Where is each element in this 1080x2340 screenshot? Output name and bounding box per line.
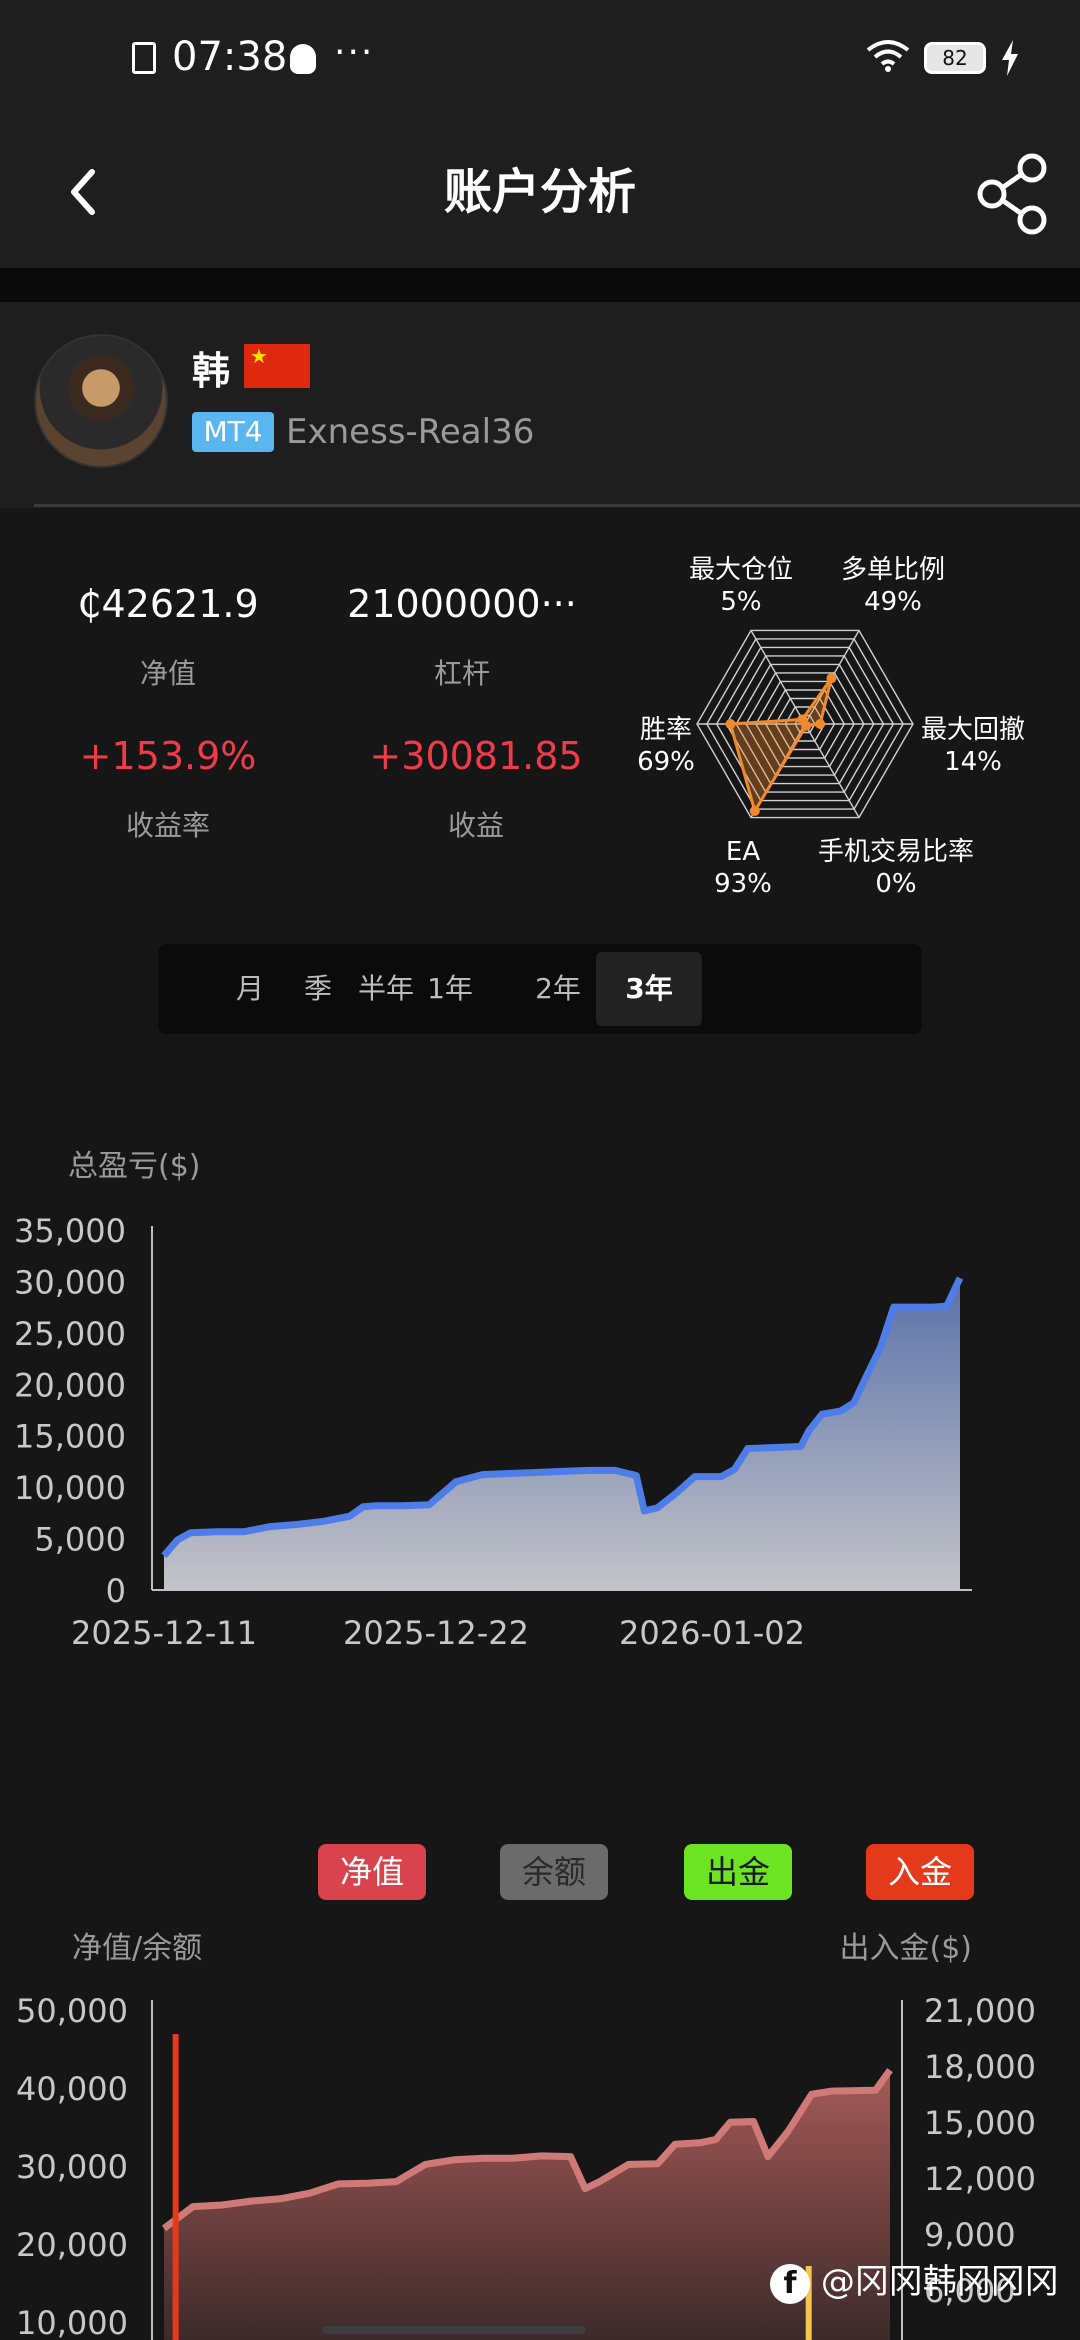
left-tick-label: 20,000 [16, 2226, 128, 2264]
radar-value-point [749, 805, 760, 816]
wifi-icon [866, 40, 910, 72]
tab-period[interactable]: 半年 [346, 952, 426, 1026]
radar-axis-name: 最大回撤 [921, 715, 1025, 745]
radar-axis-name: 多单比例 [841, 555, 945, 585]
left-tick-label: 10,000 [16, 2304, 128, 2340]
scrollbar[interactable] [322, 2326, 586, 2334]
tab-period[interactable]: 2年 [518, 952, 598, 1026]
legend-item[interactable]: 余额 [500, 1844, 608, 1900]
return-rate-value: +153.9% [79, 734, 257, 778]
facebook-icon: f [770, 2263, 810, 2304]
y-tick-label: 25,000 [14, 1315, 126, 1353]
status-time: 07:38 [172, 34, 288, 80]
share-icon[interactable] [972, 144, 1056, 244]
pnl-area [164, 1278, 960, 1590]
x-tick-label: 2026-01-02 [619, 1614, 805, 1652]
radar-value-point [826, 673, 837, 684]
legend-item[interactable]: 出金 [684, 1844, 792, 1900]
account-server-name: Exness-Real36 [286, 412, 535, 452]
y-tick-label: 20,000 [14, 1366, 126, 1404]
tab-period[interactable]: 3年 [596, 952, 702, 1026]
x-tick-label: 2025-12-11 [71, 1614, 257, 1652]
right-tick-label: 18,000 [924, 2048, 1036, 2086]
y-tick-label: 0 [106, 1572, 126, 1610]
platform-badge: MT4 [192, 412, 274, 452]
tab-period[interactable]: 季 [288, 952, 348, 1026]
equity-stat: ₵42621.9 净值 [70, 582, 266, 692]
radar-value-point [815, 719, 826, 729]
right-tick-label: 12,000 [924, 2160, 1036, 2198]
right-axis-title: 出入金($) [840, 1931, 973, 1966]
right-tick-label: 9,000 [924, 2216, 1016, 2254]
x-tick-label: 2025-12-22 [343, 1614, 529, 1652]
leverage-stat: 21000000··· 杠杆 [322, 582, 602, 692]
profit-stat: +30081.85 收益 [336, 734, 616, 844]
profit-value: +30081.85 [369, 734, 583, 778]
left-tick-label: 30,000 [16, 2148, 128, 2186]
right-tick-label: 21,000 [924, 1992, 1036, 2030]
y-tick-label: 10,000 [14, 1469, 126, 1507]
radar-axis-line [804, 723, 860, 818]
y-tick-label: 35,000 [14, 1212, 126, 1250]
page-title: 账户分析 [443, 164, 636, 220]
legend-item[interactable]: 入金 [866, 1844, 974, 1900]
left-tick-label: 50,000 [16, 1992, 128, 2030]
chart-legend: 净值 余额 出金 入金 [0, 1840, 1080, 1900]
chart-title: 总盈亏($) [68, 1149, 201, 1184]
radar-value-point [725, 719, 736, 729]
profit-label: 收益 [447, 809, 504, 842]
charging-icon [1002, 40, 1018, 76]
app-header: 账户分析 [0, 120, 1080, 268]
radar-axis-value: 93% [714, 869, 772, 899]
period-tabs: 月季半年 1年 2年 3年 [158, 944, 922, 1034]
radar-axis-value: 49% [864, 587, 922, 617]
section-divider [0, 268, 1080, 302]
radar-axis-value: 5% [720, 587, 761, 617]
sim-card-icon [132, 42, 156, 74]
total-pnl-chart: 总盈亏($) 35,000 30,000 25,000 20,000 15,000 10,0… [14, 1149, 972, 1652]
return-rate-label: 收益率 [125, 809, 210, 842]
radar-axis-value: 69% [637, 747, 695, 777]
tab-period[interactable]: 1年 [420, 952, 480, 1026]
radar-axis-value: 14% [944, 747, 1002, 777]
right-tick-label: 15,000 [924, 2104, 1036, 2142]
radar-value-point [797, 714, 808, 725]
equity-value: ₵42621.9 [77, 582, 259, 626]
tab-period[interactable]: 月 [220, 952, 280, 1026]
radar-axis-name: 手机交易比率 [818, 837, 974, 867]
radar-axis-name: 胜率 [640, 715, 692, 745]
y-tick-label: 5,000 [34, 1521, 126, 1559]
radar-axis-name: 最大仓位 [689, 555, 793, 585]
left-tick-label: 40,000 [16, 2070, 128, 2108]
watermark: f @冈冈韩冈冈冈 [770, 2254, 1059, 2304]
radar-chart: 多单比例49% 最大回撤14% 手机交易比率0% EA93% 胜率69% 最大仓位5% [637, 555, 1025, 899]
battery-icon: 82 [924, 42, 986, 74]
profile-divider [34, 504, 1080, 507]
y-tick-label: 30,000 [14, 1263, 126, 1301]
radar-axis-value: 0% [875, 869, 916, 899]
y-tick-label: 15,000 [14, 1418, 126, 1456]
user-name: 韩 [192, 349, 231, 393]
profile-card: 韩 ★ MT4 Exness-Real36 [0, 302, 1080, 508]
leverage-label: 杠杆 [433, 657, 490, 690]
radar-axis-name: EA [726, 837, 760, 867]
status-bar: 07:38 ··· 82 [0, 0, 1080, 120]
legend-item[interactable]: 净值 [318, 1844, 426, 1900]
avatar[interactable] [34, 334, 168, 468]
more-notifications-icon: ··· [334, 32, 375, 73]
return-rate-stat: +153.9% 收益率 [70, 734, 266, 844]
equity-label: 净值 [139, 657, 196, 690]
chart-title: 净值/余额 [72, 1931, 202, 1966]
radar-axis-line [750, 630, 806, 725]
qq-icon [290, 44, 316, 74]
china-flag-icon: ★ [244, 344, 310, 388]
watermark-text: @冈冈韩冈冈冈 [820, 2262, 1059, 2302]
leverage-value: 21000000··· [347, 582, 577, 626]
